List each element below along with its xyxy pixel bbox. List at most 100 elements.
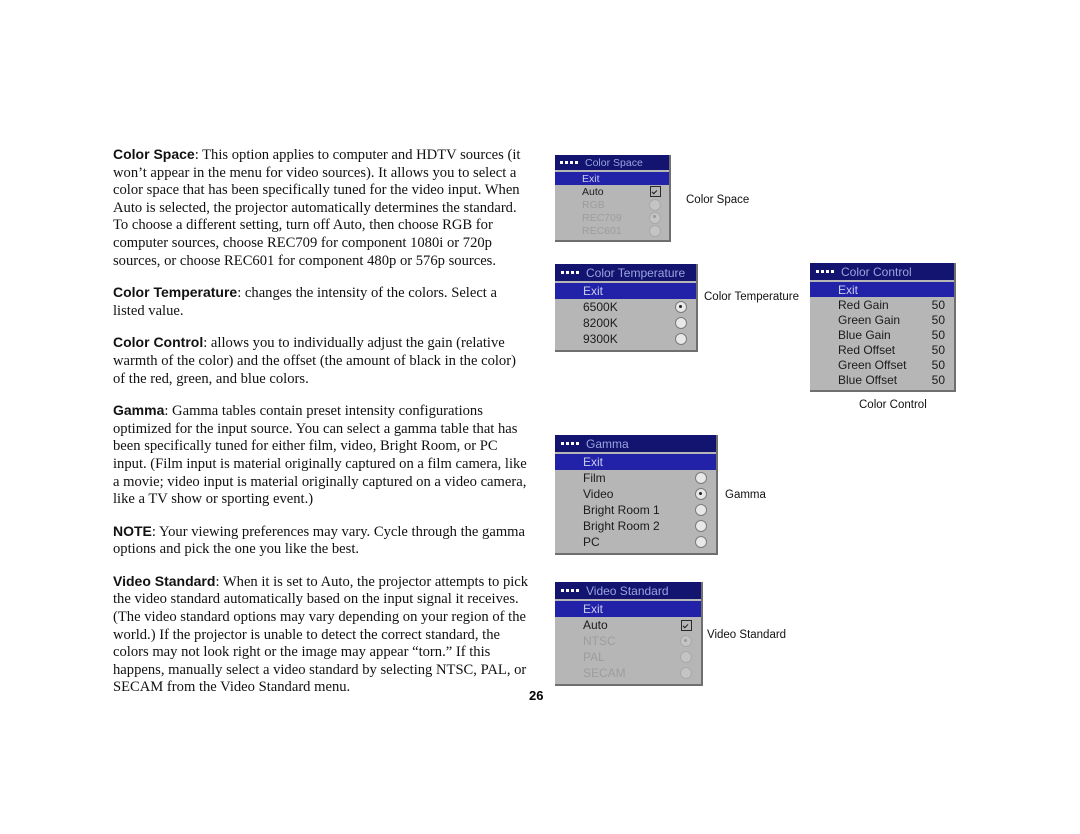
radio-button-icon[interactable] [675,333,687,345]
documentation-text-column: Color Space: This option applies to comp… [113,146,531,711]
osd-menu-item-green-offset[interactable]: Green Offset 50 [810,357,954,372]
osd-menu-item-pc[interactable]: PC [555,534,716,550]
osd-menu-item-value: 50 [931,372,945,387]
osd-menu-item-label: Exit [583,602,604,616]
radio-button-icon[interactable] [649,224,661,237]
osd-menu-item-label: Exit [583,455,604,469]
osd-menu-color-temperature[interactable]: Color Temperature Exit 6500K 8200K 9300K [555,264,698,352]
osd-menu-item-label: Blue Gain [838,327,891,342]
osd-menu-item-value: 50 [931,312,945,327]
osd-menu-item-exit[interactable]: Exit [555,283,696,299]
radio-button-icon[interactable] [695,504,707,516]
radio-button-icon[interactable] [695,536,707,548]
osd-menu-item-6500k[interactable]: 6500K [555,299,696,315]
osd-caption-color-space: Color Space [686,194,750,206]
osd-menu-item-label: SECAM [583,666,626,680]
osd-menu-item-secam[interactable]: SECAM [555,665,701,681]
osd-menu-color-control[interactable]: Color Control Exit Red Gain 50 Green Gain 50… [810,263,956,392]
osd-menu-item-rgb[interactable]: RGB [555,198,669,211]
osd-menu-item-value: 50 [931,327,945,342]
osd-menu-item-red-offset[interactable]: Red Offset 50 [810,342,954,357]
osd-menu-item-exit[interactable]: Exit [555,172,669,185]
radio-button-icon[interactable] [649,198,661,211]
radio-button-icon[interactable] [695,472,707,484]
osd-menu-rows: Exit Auto RGB REC709 REC601 [555,170,669,240]
paragraph-body: : This option applies to computer and HD… [113,147,521,269]
checkbox-icon[interactable] [650,186,661,197]
osd-menu-item-bright-room-2[interactable]: Bright Room 2 [555,518,716,534]
osd-menu-item-9300k[interactable]: 9300K [555,331,696,347]
osd-title-label: Color Control [841,264,912,279]
radio-button-icon[interactable] [680,635,692,647]
osd-menu-item-exit[interactable]: Exit [555,601,701,617]
osd-menu-rows: Exit Red Gain 50 Green Gain 50 Blue Gain 50 Red… [810,280,954,390]
paragraph-gamma: Gamma: Gamma tables contain preset inten… [113,402,531,509]
osd-menu-item-green-gain[interactable]: Green Gain 50 [810,312,954,327]
osd-menu-item-label: Auto [582,185,604,198]
osd-menu-item-exit[interactable]: Exit [810,282,954,297]
checkbox-icon[interactable] [681,619,692,631]
osd-menu-item-label: Exit [838,282,859,297]
paragraph-lead-in: Color Space [113,146,195,162]
osd-menu-item-label: Film [583,471,606,485]
osd-title-bar: Color Space [555,155,669,170]
osd-menu-item-auto[interactable]: Auto [555,185,669,198]
osd-menu-gamma[interactable]: Gamma Exit Film Video Bright Room 1 Bright R… [555,435,718,555]
osd-menu-color-space[interactable]: Color Space Exit Auto RGB REC709 REC601 [555,155,671,242]
osd-title-bar: Video Standard [555,582,701,599]
osd-menu-item-label: Green Offset [838,357,907,372]
radio-button-icon[interactable] [695,520,707,532]
osd-menu-item-label: Blue Offset [838,372,898,387]
osd-menu-item-video[interactable]: Video [555,486,716,502]
osd-menu-item-blue-gain[interactable]: Blue Gain 50 [810,327,954,342]
paragraph-color-temperature: Color Temperature: changes the intensity… [113,284,531,320]
osd-menu-item-pal[interactable]: PAL [555,649,701,665]
radio-button-icon[interactable] [680,667,692,679]
osd-menu-item-exit[interactable]: Exit [555,454,716,470]
osd-caption-color-temperature: Color Temperature [704,291,800,303]
osd-menu-item-bright-room-1[interactable]: Bright Room 1 [555,502,716,518]
osd-caption-gamma: Gamma [725,489,766,501]
osd-menu-item-label: RGB [582,198,605,211]
osd-menu-video-standard[interactable]: Video Standard Exit Auto NTSC PAL SECAM [555,582,703,686]
radio-button-icon[interactable] [695,488,707,500]
paragraph-lead-in: Gamma [113,402,165,419]
osd-menu-item-blue-offset[interactable]: Blue Offset 50 [810,372,954,387]
osd-menu-item-8200k[interactable]: 8200K [555,315,696,331]
radio-button-icon[interactable] [649,211,661,224]
radio-button-icon[interactable] [680,651,692,663]
paragraph-video-standard: Video Standard: When it is set to Auto, … [113,573,531,697]
osd-menu-item-rec709[interactable]: REC709 [555,211,669,224]
osd-menu-item-label: Video [583,487,614,501]
paragraph-body: : Gamma tables contain preset intensity … [113,403,527,508]
paragraph-color-control: Color Control: allows you to individuall… [113,334,531,388]
osd-title-bar: Color Temperature [555,264,696,281]
osd-menu-item-ntsc[interactable]: NTSC [555,633,701,649]
osd-menu-item-label: REC709 [582,211,622,224]
osd-menu-item-label: PC [583,535,600,549]
paragraph-lead-in: Color Temperature [113,284,238,301]
osd-title-label: Color Temperature [586,265,686,280]
menu-dots-icon [561,589,579,592]
osd-menu-item-auto[interactable]: Auto [555,617,701,633]
osd-menu-item-label: Bright Room 1 [583,503,660,517]
paragraph-lead-in: Color Control [113,334,204,351]
osd-menu-rows: Exit Auto NTSC PAL SECAM [555,599,701,684]
osd-menu-item-label: Auto [583,618,608,632]
radio-button-icon[interactable] [675,317,687,329]
osd-menu-item-red-gain[interactable]: Red Gain 50 [810,297,954,312]
osd-menu-item-label: 9300K [583,332,618,346]
radio-button-icon[interactable] [675,301,687,313]
osd-menu-item-rec601[interactable]: REC601 [555,224,669,237]
osd-menu-item-film[interactable]: Film [555,470,716,486]
osd-menu-item-value: 50 [931,297,945,312]
osd-menu-item-label: Bright Room 2 [583,519,660,533]
osd-menu-item-value: 50 [931,342,945,357]
osd-menu-item-value: 50 [931,357,945,372]
osd-menu-item-label: PAL [583,650,605,664]
menu-dots-icon [560,161,578,164]
osd-menu-item-label: NTSC [583,634,616,648]
osd-title-label: Video Standard [586,583,669,598]
osd-menu-item-label: Exit [583,284,604,298]
paragraph-body: : Your viewing preferences may vary. Cyc… [113,523,526,558]
